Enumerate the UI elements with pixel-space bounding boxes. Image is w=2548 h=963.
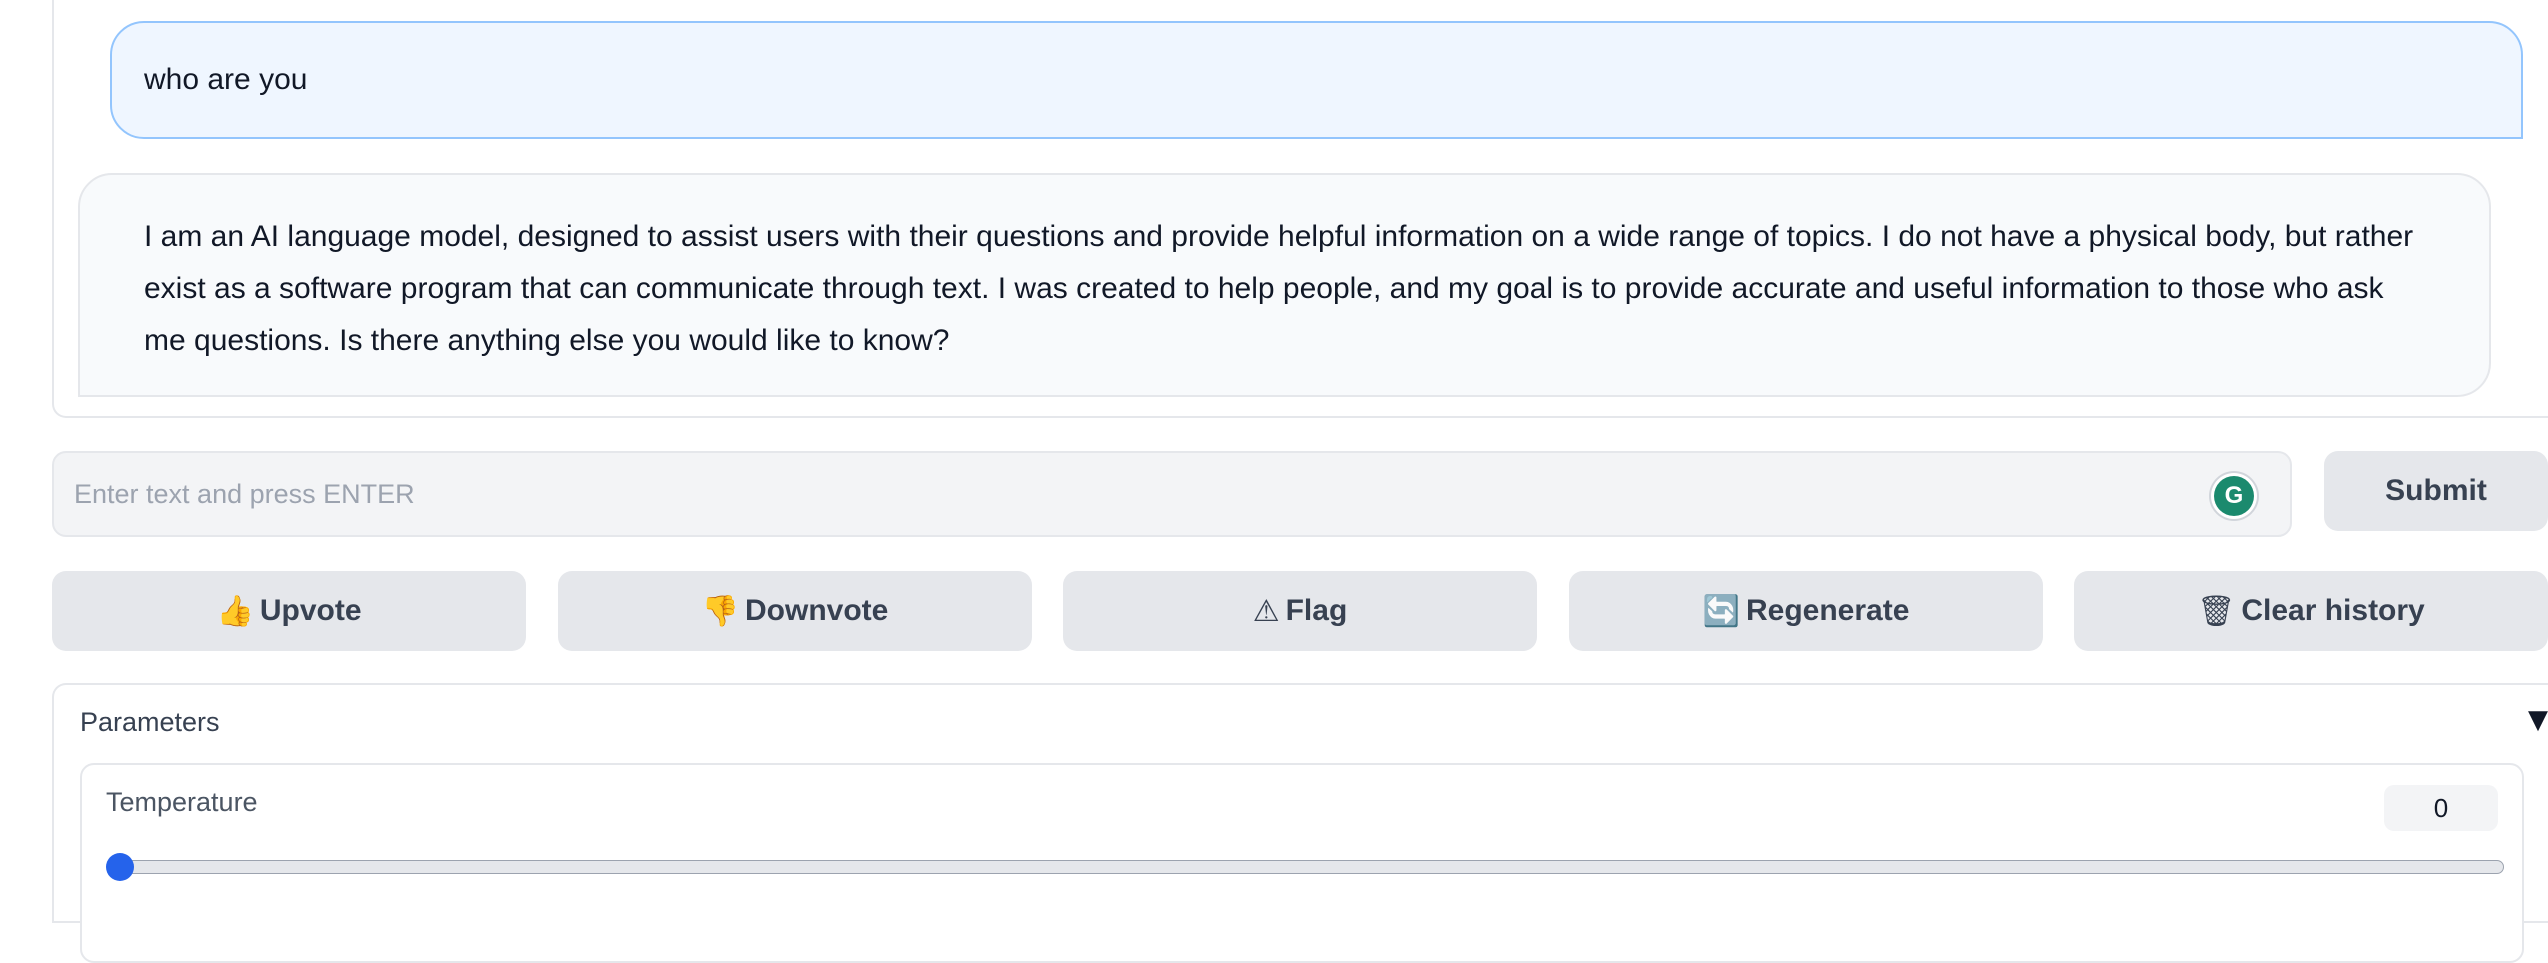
temperature-control: Temperature 0 xyxy=(80,763,2524,963)
thumbs-up-icon: 👍 xyxy=(216,593,254,629)
refresh-icon: 🔄 xyxy=(1702,593,1740,629)
user-message-bubble: who are you xyxy=(110,21,2523,139)
downvote-button[interactable]: 👎 Downvote xyxy=(558,571,1032,651)
flag-button[interactable]: ⚠ Flag xyxy=(1063,571,1537,651)
bot-message-bubble: I am an AI language model, designed to a… xyxy=(78,173,2491,397)
message-input-container: G xyxy=(52,451,2292,537)
parameters-accordion: Parameters ▼ Temperature 0 xyxy=(52,683,2548,963)
temperature-label: Temperature xyxy=(106,787,258,817)
trash-icon: 🗑 xyxy=(2197,593,2236,629)
submit-button[interactable]: Submit xyxy=(2324,451,2548,531)
bot-message-text: I am an AI language model, designed to a… xyxy=(144,220,2414,357)
upvote-label: Upvote xyxy=(259,594,362,627)
warning-icon: ⚠ xyxy=(1252,593,1280,629)
regenerate-label: Regenerate xyxy=(1745,594,1910,627)
clear-history-button[interactable]: 🗑 Clear history xyxy=(2074,571,2548,651)
user-message-text: who are you xyxy=(144,63,308,96)
flag-label: Flag xyxy=(1285,594,1348,627)
temperature-slider-thumb[interactable] xyxy=(106,853,134,881)
collapse-caret-icon[interactable]: ▼ xyxy=(2528,705,2548,735)
parameters-title[interactable]: Parameters xyxy=(80,707,220,738)
downvote-label: Downvote xyxy=(745,594,889,627)
regenerate-button[interactable]: 🔄 Regenerate xyxy=(1569,571,2043,651)
temperature-slider-track[interactable] xyxy=(120,860,2504,874)
upvote-button[interactable]: 👍 Upvote xyxy=(52,571,526,651)
thumbs-down-icon: 👎 xyxy=(701,593,739,629)
grammarly-icon[interactable]: G xyxy=(2214,476,2254,516)
temperature-value-input[interactable]: 0 xyxy=(2384,785,2498,831)
message-input[interactable] xyxy=(54,453,2290,535)
clear-history-label: Clear history xyxy=(2241,594,2425,627)
